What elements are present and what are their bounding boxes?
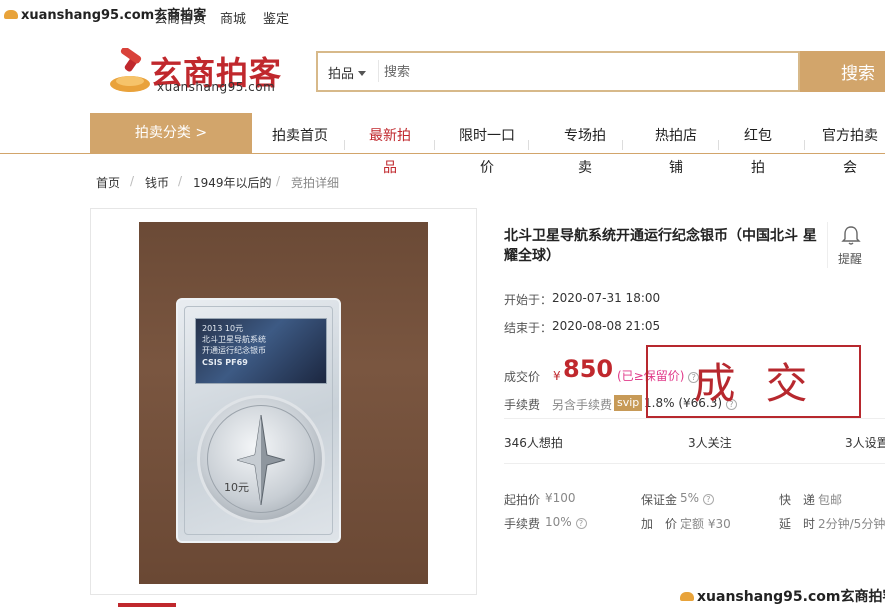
extend-label: 延 时: [779, 517, 816, 531]
nav-latest-items[interactable]: 最新拍品: [366, 120, 414, 184]
help-icon[interactable]: ?: [575, 518, 587, 529]
deposit-label: 保证金: [641, 493, 678, 507]
item-title: 北斗卫星导航系统开通运行纪念银币（中国北斗 星耀全球）: [504, 228, 817, 264]
deposit-value: 5%: [680, 491, 700, 505]
sold-stamp-text: 成交: [693, 359, 838, 408]
grading-line3: 开通运行纪念银币: [202, 346, 266, 355]
end-time: 2020-08-08 21:05: [552, 319, 661, 333]
nav-divider: [622, 140, 623, 150]
stat-followers: 3人关注: [688, 434, 732, 451]
breadcrumb-separator: /: [178, 174, 183, 188]
topnav-home[interactable]: 玄商首页: [154, 8, 206, 27]
watermark-domain: xuanshang95.com: [21, 8, 155, 23]
logo-domain: xuanshang95.com: [157, 80, 276, 94]
category-menu-button[interactable]: 拍卖分类 >: [90, 113, 252, 153]
fee-label: 手续费: [504, 398, 541, 412]
topnav-mall[interactable]: 商城: [220, 8, 246, 27]
breadcrumb-post1949[interactable]: 1949年以后的: [193, 174, 272, 191]
fee-extra-label: 另含手续费: [552, 398, 613, 412]
stat-label: 人设置: [852, 436, 885, 450]
nav-official-auction[interactable]: 官方拍卖会: [817, 120, 883, 184]
nav-divider: [434, 140, 435, 150]
start-time: 2020-07-31 18:00: [552, 291, 661, 305]
increment-label: 加 价: [641, 517, 678, 531]
nav-hot-shops[interactable]: 热拍店铺: [652, 120, 700, 184]
stat-reminders: 3人设置: [845, 434, 885, 451]
nav-auction-home[interactable]: 拍卖首页: [270, 120, 330, 152]
logo-gavel-icon[interactable]: [108, 48, 154, 94]
breadcrumb-separator: /: [276, 174, 281, 188]
breadcrumb-home[interactable]: 首页: [96, 174, 120, 191]
nav-divider: [718, 140, 719, 150]
commission: 10% ?: [545, 515, 587, 529]
start-price: ¥100: [545, 491, 576, 505]
stat-count: 346: [504, 436, 527, 450]
divider: [504, 418, 885, 419]
grading-label: 2013 10元 北斗卫星导航系统 开通运行纪念银币 CSIS PF69: [195, 318, 327, 384]
watermark-domain: xuanshang95.com: [697, 589, 841, 605]
nav-divider: [344, 140, 345, 150]
search-divider: [378, 60, 379, 82]
tab-indicator: [118, 603, 176, 607]
breadcrumb-coins[interactable]: 钱币: [145, 174, 169, 191]
deposit: 5% ?: [680, 491, 714, 505]
nav-divider: [528, 140, 529, 150]
shipping: 包邮: [818, 493, 843, 507]
bell-icon[interactable]: [840, 224, 862, 246]
help-icon[interactable]: ?: [702, 494, 714, 505]
coin-denomination: 10元: [224, 481, 249, 494]
stat-label: 人关注: [695, 436, 732, 450]
deal-price: 850: [563, 355, 614, 383]
currency-symbol: ¥: [553, 369, 561, 383]
breadcrumb-separator: /: [130, 174, 135, 188]
end-time-label: 结束于：: [504, 321, 553, 335]
breadcrumb-current: 竞拍详细: [291, 176, 340, 190]
grading-grade: CSIS PF69: [202, 358, 248, 367]
search-input[interactable]: [384, 58, 784, 86]
deal-price-label: 成交价: [504, 370, 541, 384]
grading-line2: 北斗卫星导航系统: [202, 335, 266, 344]
remind-button[interactable]: 提醒: [838, 250, 862, 267]
topnav-appraisal[interactable]: 鉴定: [263, 8, 289, 27]
logo-icon: [680, 592, 694, 601]
search-category-label: 拍品: [328, 67, 355, 82]
shipping-label: 快 递: [779, 493, 816, 507]
nav-divider: [804, 140, 805, 150]
nav-red-packet[interactable]: 红包拍: [740, 120, 776, 184]
watermark-brand: 玄商拍客: [840, 589, 885, 605]
search-category-select[interactable]: 拍品: [328, 63, 367, 82]
nav-fixed-price[interactable]: 限时一口价: [457, 120, 517, 184]
commission-label: 手续费: [504, 517, 541, 531]
commission-value: 10%: [545, 515, 572, 529]
increment: 定额 ¥30: [680, 517, 731, 531]
logo-icon: [4, 10, 18, 19]
search-button[interactable]: 搜索: [800, 51, 885, 92]
stat-want-bid: 346人想拍: [504, 434, 563, 451]
nav-special-auction[interactable]: 专场拍卖: [561, 120, 609, 184]
stat-count: 3: [688, 436, 696, 450]
start-price-label: 起拍价: [504, 493, 541, 507]
site-watermark-bottom: xuanshang95.com玄商拍客: [680, 586, 885, 606]
svip-badge: svip: [614, 395, 643, 411]
chevron-down-icon: [358, 71, 367, 76]
extend-time: 2分钟/5分钟: [818, 517, 885, 531]
grading-year: 2013 10元: [202, 324, 244, 333]
stat-label: 人想拍: [526, 436, 563, 450]
stat-count: 3: [845, 436, 853, 450]
divider: [827, 222, 828, 268]
start-time-label: 开始于：: [504, 293, 553, 307]
divider: [504, 463, 885, 464]
